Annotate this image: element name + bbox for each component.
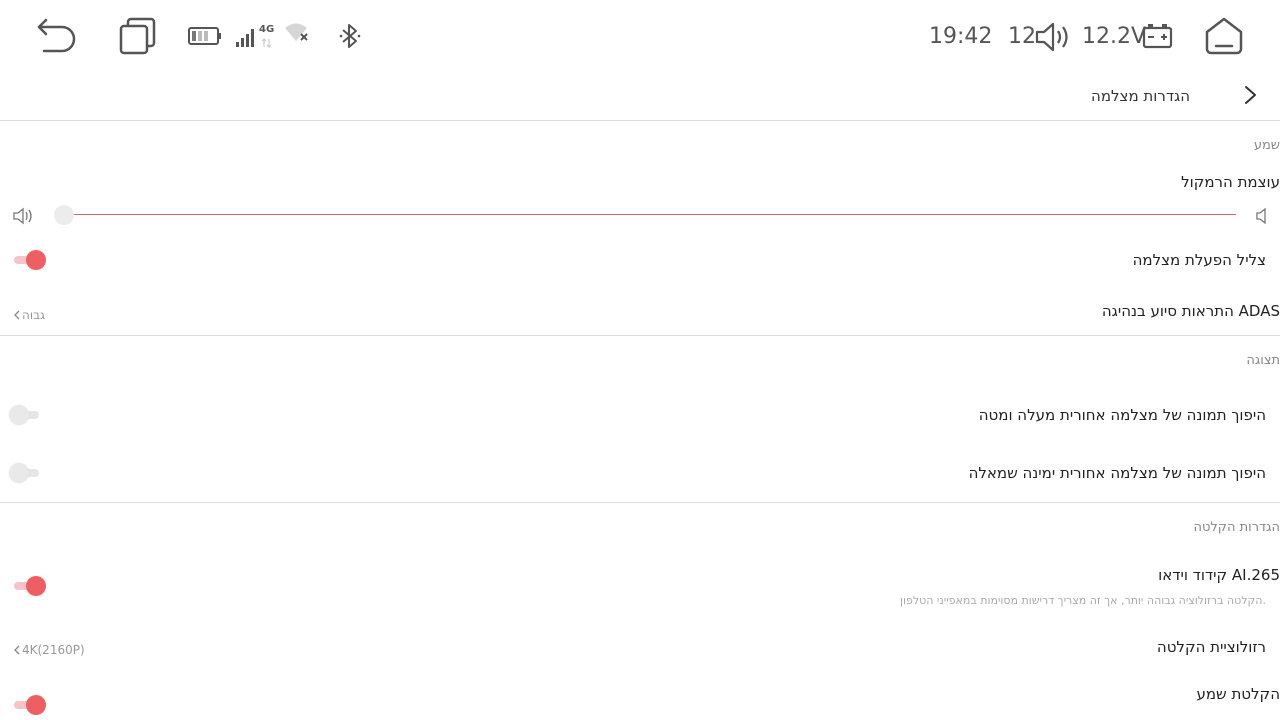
recording-resolution-label: רזולוציית הקלטה: [1156, 638, 1266, 656]
speaker-volume-slider[interactable]: [54, 203, 1236, 227]
wifi-off-icon: [284, 22, 312, 46]
back-icon[interactable]: [36, 16, 78, 56]
chevron-left-icon: [14, 310, 20, 319]
h265-encoding-label: קידוד וידאו AI.265: [1158, 566, 1280, 584]
toggle-knob: [26, 695, 46, 715]
h265-encoding-toggle[interactable]: [12, 575, 46, 597]
camera-startup-sound-label: צליל הפעלת מצלמה: [1132, 251, 1266, 269]
car-battery-icon: [1142, 22, 1174, 50]
camera-startup-sound-toggle[interactable]: [12, 249, 46, 271]
flip-vertical-label: היפוך תמונה של מצלמה אחורית מעלה ומטה: [978, 406, 1266, 424]
recent-apps-icon[interactable]: [118, 16, 158, 56]
chevron-left-back-icon[interactable]: [1243, 85, 1259, 105]
slider-track: [64, 214, 1236, 215]
adas-alerts-selector[interactable]: גבוה: [12, 304, 45, 323]
volume-icon[interactable]: [1034, 20, 1072, 54]
section-divider-display: [0, 502, 1280, 503]
volume-min-icon: [1256, 208, 1268, 224]
speaker-volume-label: עוצמת הרמקול: [1181, 173, 1280, 191]
section-title-audio: שמע: [1253, 138, 1280, 153]
toggle-knob: [26, 576, 46, 596]
flip-horizontal-label: היפוך תמונה של מצלמה אחורית ימינה שמאלה: [968, 464, 1266, 482]
chevron-left-icon: [14, 645, 20, 654]
flip-vertical-toggle[interactable]: [9, 404, 43, 426]
toggle-knob: [9, 463, 29, 483]
section-divider-audio: [0, 335, 1280, 336]
audio-recording-toggle[interactable]: [12, 694, 46, 716]
section-title-display: תצוגה: [1246, 353, 1280, 368]
volume-max-icon: [13, 207, 35, 225]
audio-recording-label: הקלטת שמע: [1196, 685, 1280, 703]
toggle-knob: [9, 405, 29, 425]
clock: 19:42: [929, 24, 993, 49]
home-icon[interactable]: [1204, 16, 1244, 56]
adas-alerts-value: גבוה: [22, 308, 45, 322]
network-type-label: 4G: [259, 24, 275, 35]
h265-encoding-hint: הקלטה ברזולוציה גבוהה יותר, אך זה מצריך …: [899, 594, 1266, 607]
toggle-knob: [26, 250, 46, 270]
slider-thumb[interactable]: [54, 205, 74, 225]
recording-resolution-value: 4K(2160P): [22, 643, 85, 657]
voltage-reading: 12.2V: [1082, 24, 1147, 49]
header-divider: [0, 120, 1280, 121]
flip-horizontal-toggle[interactable]: [9, 462, 43, 484]
recording-resolution-selector[interactable]: 4K(2160P): [12, 639, 85, 658]
bluetooth-icon: [338, 22, 362, 50]
section-title-recording: הגדרות הקלטה: [1193, 520, 1280, 535]
volume-level: 12: [1008, 24, 1036, 49]
page-title: הגדרות מצלמה: [1091, 87, 1190, 105]
battery-icon: [188, 26, 222, 46]
adas-alerts-label: התראות סיוע בנהיגה ADAS: [1101, 302, 1280, 320]
